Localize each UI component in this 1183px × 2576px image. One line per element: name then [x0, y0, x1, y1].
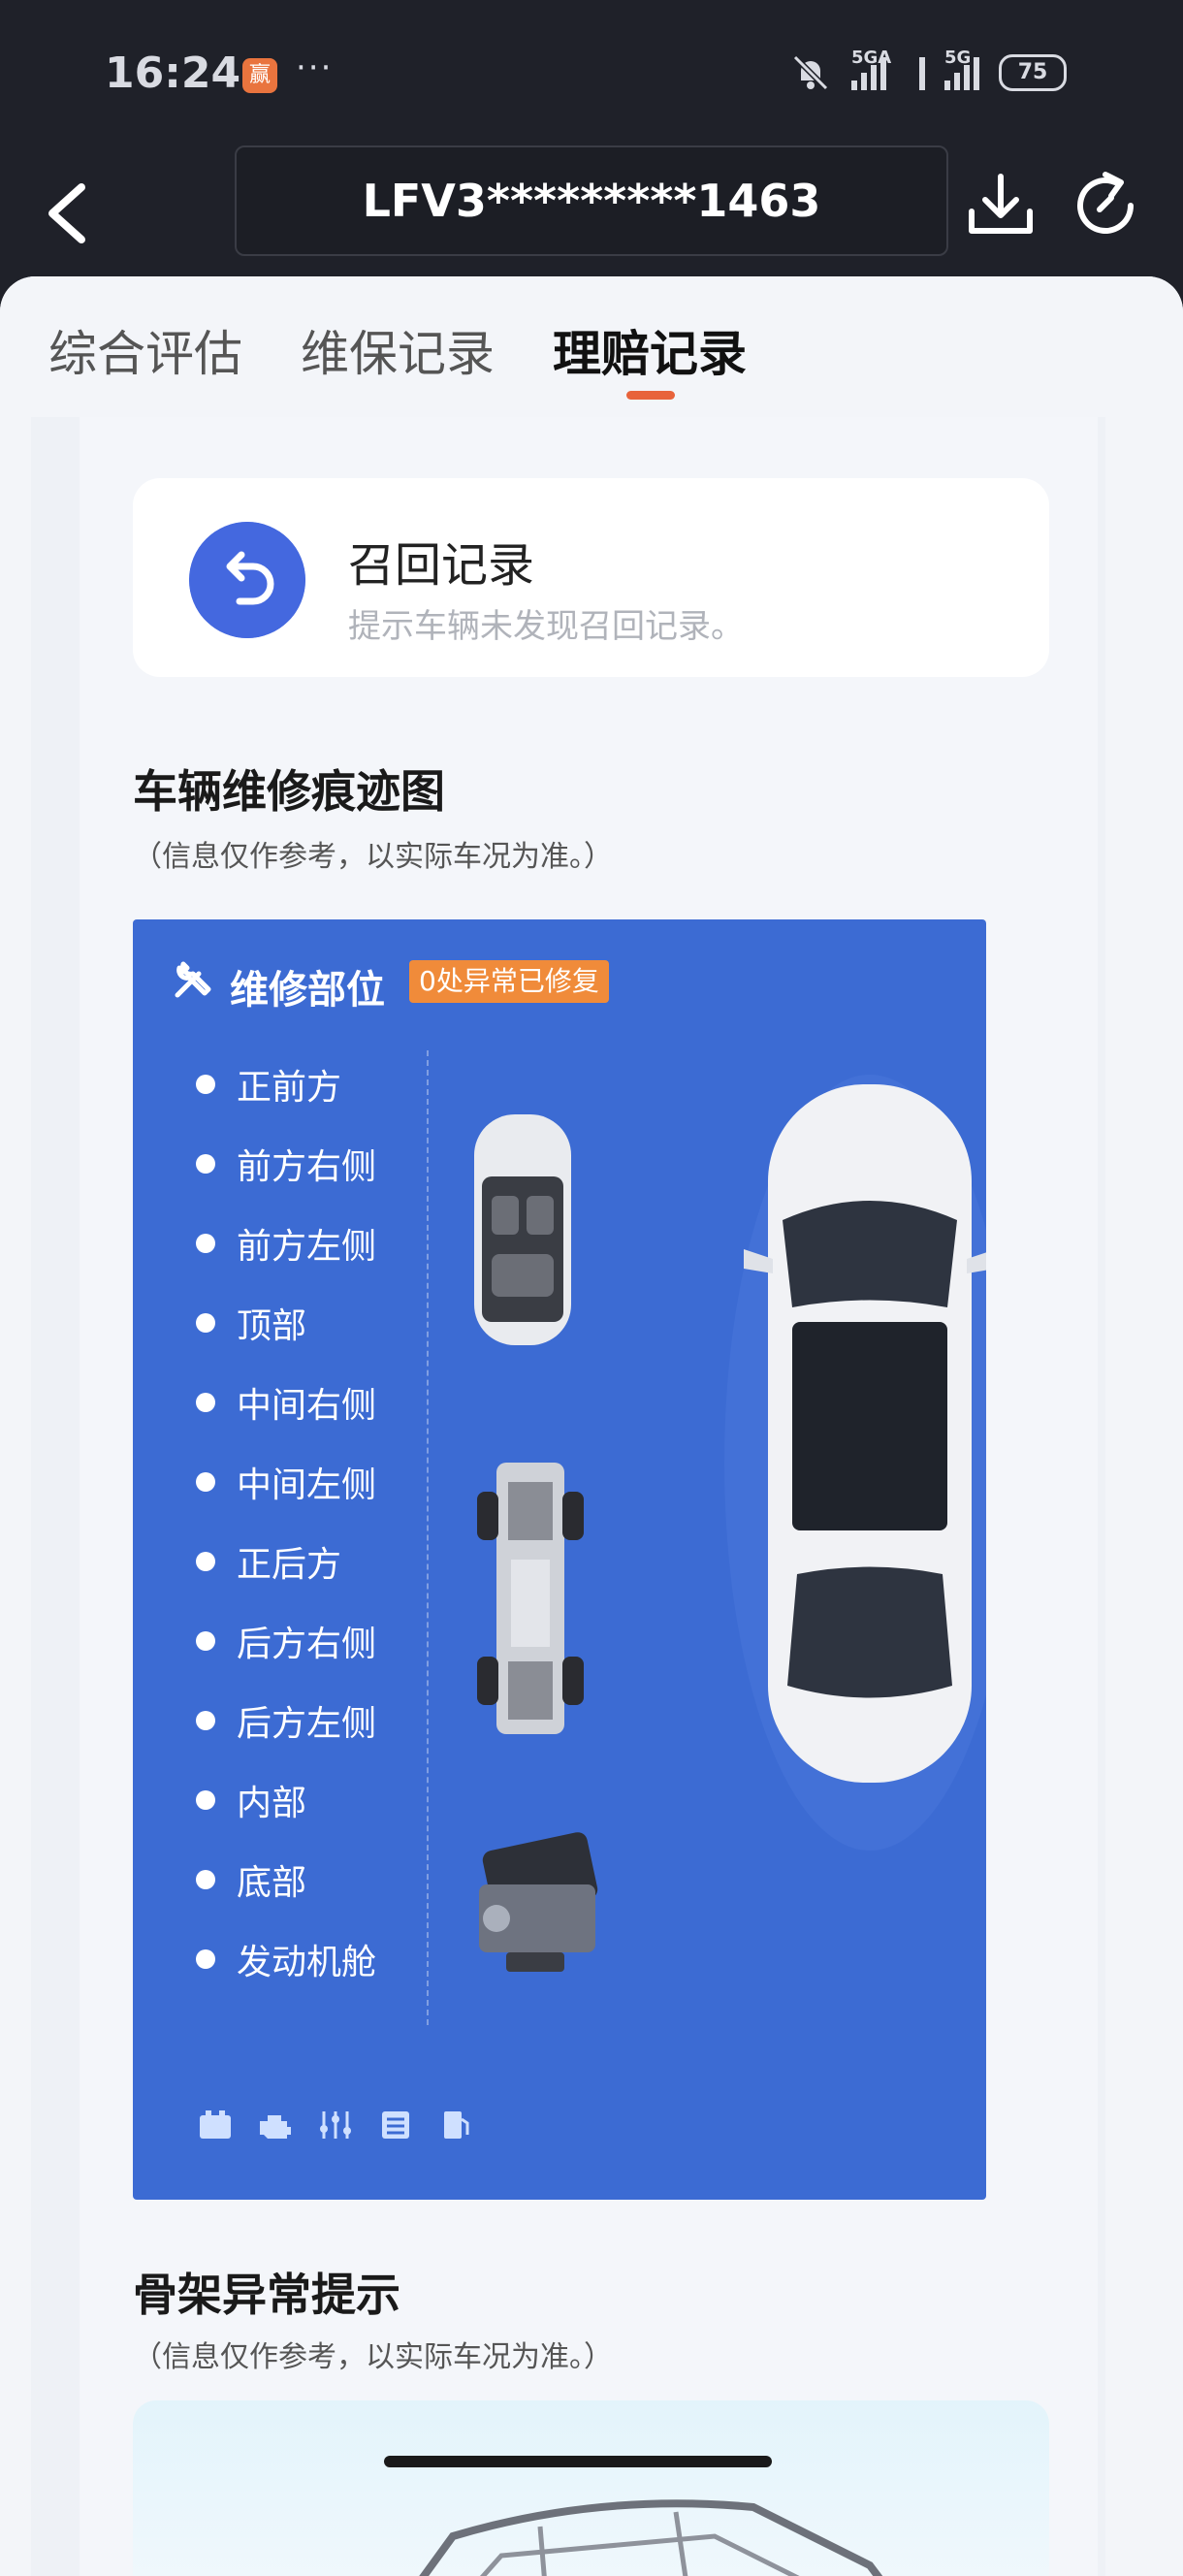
bullet-dot [196, 1313, 215, 1333]
bullet-dot [196, 1075, 215, 1094]
repair-part-label: 前方左侧 [237, 1227, 377, 1267]
status-time: 16:24 [105, 48, 241, 98]
app-notification-icon: 赢 [242, 58, 277, 93]
repair-part-item[interactable]: 正前方 [196, 1055, 341, 1113]
nav-bar: LFV3*********1463 [0, 145, 1183, 281]
recall-card: 召回记录 提示车辆未发现召回记录。 [133, 478, 1049, 677]
network-type-2: 5G [944, 48, 972, 68]
car-chassis-thumbnail [477, 1463, 584, 1734]
tab-claim-records[interactable]: 理赔记录 [553, 315, 747, 385]
wrench-screwdriver-icon [175, 961, 211, 998]
car-frame-diagram [419, 2499, 883, 2576]
bullet-dot [196, 1711, 215, 1730]
repair-part-item[interactable]: 发动机舱 [196, 1930, 376, 1988]
repair-part-label: 正后方 [237, 1545, 342, 1585]
repair-part-item[interactable]: 中间左侧 [196, 1453, 376, 1511]
more-notifications-icon: ··· [296, 48, 334, 87]
repair-map-card: 维修部位 0处异常已修复 正前方前方右侧前方左侧顶部中间右侧中间左侧正后方后方右… [133, 919, 986, 2200]
bullet-dot [196, 1631, 215, 1651]
signal-5g-icon: 5G [944, 48, 979, 90]
bullet-dot [196, 1552, 215, 1571]
battery-pack-icon [200, 2110, 231, 2139]
repair-part-label: 发动机舱 [237, 1943, 377, 1982]
skeleton-section-title: 骨架异常提示 [133, 2269, 400, 2321]
bullet-dot [196, 1234, 215, 1253]
anomaly-count-badge: 0处异常已修复 [409, 960, 609, 1003]
bullet-dot [196, 1949, 215, 1969]
repair-part-label: 中间左侧 [237, 1465, 377, 1505]
back-arrow-icon[interactable] [39, 179, 97, 247]
divider-line [427, 1050, 429, 2025]
status-icons: 5GA 5G 75 [789, 48, 1067, 92]
scroll-panel: 召回记录 提示车辆未发现召回记录。 车辆维修痕迹图 （信息仅作参考，以实际车况为… [31, 417, 1105, 2576]
repair-part-label: 后方左侧 [237, 1704, 377, 1744]
bullet-dot [196, 1472, 215, 1492]
tab-maintenance-records[interactable]: 维保记录 [301, 315, 495, 385]
repair-part-label: 底部 [237, 1863, 307, 1903]
fuel-pump-icon [444, 2111, 469, 2139]
repair-part-item[interactable]: 后方右侧 [196, 1612, 376, 1670]
engine-thumbnail [479, 1832, 598, 1972]
repair-part-item[interactable]: 顶部 [196, 1294, 306, 1352]
repair-part-label: 后方右侧 [237, 1625, 377, 1664]
recall-title: 召回记录 [348, 538, 535, 593]
bullet-dot [196, 1154, 215, 1174]
recall-description: 提示车辆未发现召回记录。 [348, 607, 744, 646]
vin-display: LFV3*********1463 [235, 145, 948, 256]
home-indicator[interactable] [384, 2456, 772, 2467]
repair-part-item[interactable]: 后方左侧 [196, 1691, 376, 1750]
recall-undo-icon [189, 522, 305, 638]
car-interior-thumbnail [474, 1114, 571, 1345]
settings-sliders-icon [320, 2111, 351, 2139]
active-tab-indicator [626, 391, 675, 400]
repair-part-label: 正前方 [237, 1068, 342, 1108]
repair-part-item[interactable]: 正后方 [196, 1532, 341, 1591]
battery-icon: 75 [999, 54, 1067, 91]
report-content: 召回记录 提示车辆未发现召回记录。 车辆维修痕迹图 （信息仅作参考，以实际车况为… [80, 417, 1098, 2576]
mute-bell-icon [792, 54, 829, 91]
bullet-dot [196, 1870, 215, 1889]
repair-section-title: 车辆维修痕迹图 [133, 765, 445, 818]
repair-section-subtitle: （信息仅作参考，以实际车况为准。） [133, 840, 613, 874]
bullet-dot [196, 1393, 215, 1412]
download-icon[interactable] [962, 167, 1039, 244]
repair-part-label: 内部 [237, 1784, 307, 1823]
repair-part-item[interactable]: 底部 [196, 1851, 306, 1909]
repair-part-label: 前方右侧 [237, 1147, 377, 1187]
repair-part-item[interactable]: 前方右侧 [196, 1135, 376, 1193]
repair-parts-title: 维修部位 [230, 968, 385, 1013]
repair-part-item[interactable]: 内部 [196, 1771, 306, 1829]
repair-part-item[interactable]: 中间右侧 [196, 1373, 376, 1432]
refresh-icon[interactable] [1067, 167, 1144, 244]
content-sheet: 综合评估 维保记录 理赔记录 召回记录 提示车辆未发现召回记录。 车辆维修痕迹图… [0, 276, 1183, 2576]
status-bar: 16:24 赢 ··· 5GA 5G 75 [0, 0, 1183, 145]
repair-part-item[interactable]: 前方左侧 [196, 1214, 376, 1272]
skeleton-section-subtitle: （信息仅作参考，以实际车况为准。） [133, 2340, 613, 2374]
repair-part-label: 中间右侧 [237, 1386, 377, 1426]
car-top-view-diagram [724, 1075, 986, 1851]
document-list-icon [382, 2111, 409, 2139]
bullet-dot [196, 1790, 215, 1810]
repair-part-label: 顶部 [237, 1306, 307, 1346]
skeleton-diagram-card [133, 2400, 1049, 2576]
tab-overall-assessment[interactable]: 综合评估 [48, 315, 242, 385]
signal-5ga-icon: 5GA [851, 48, 925, 90]
network-type-1: 5GA [851, 48, 892, 68]
engine-icon [260, 2115, 291, 2139]
tab-bar: 综合评估 维保记录 理赔记录 [0, 276, 1183, 417]
feature-icons-row [196, 2108, 475, 2142]
